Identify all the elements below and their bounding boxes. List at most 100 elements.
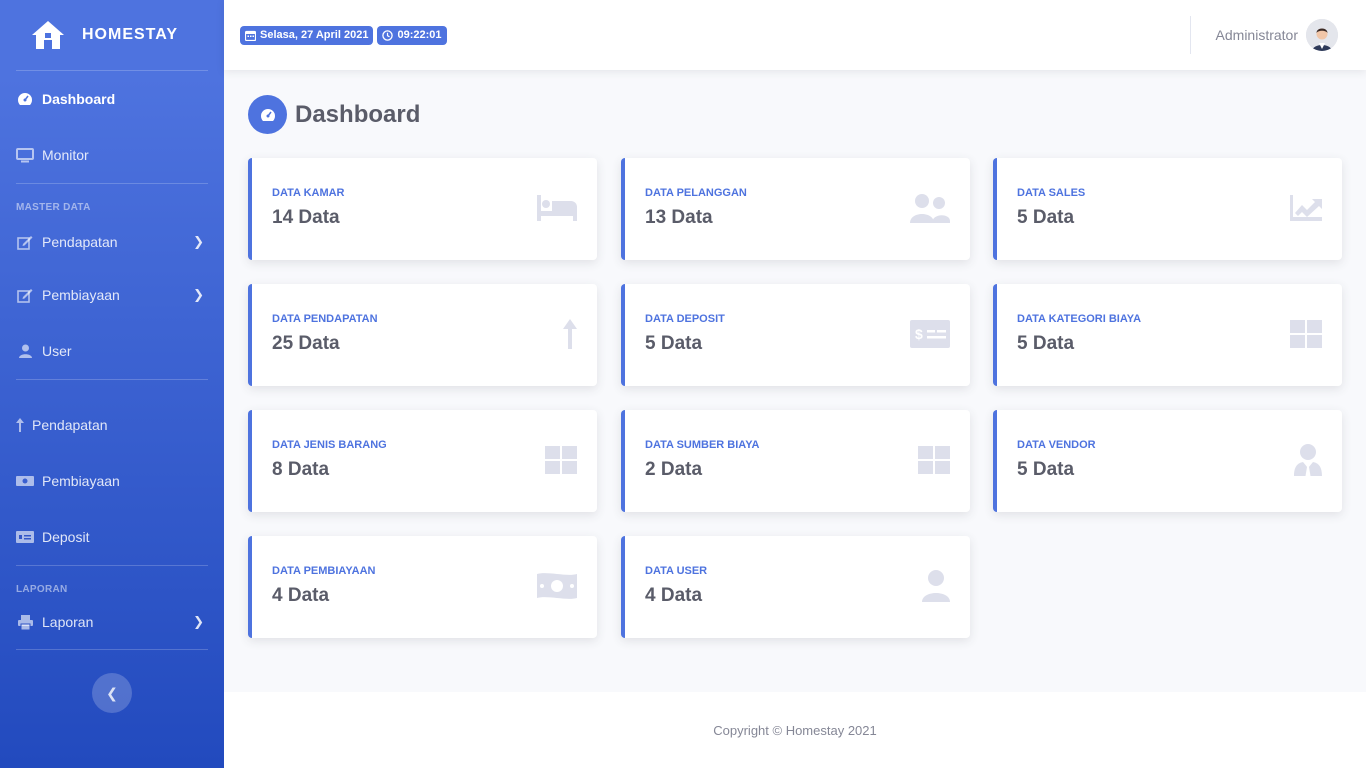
sidebar-item-label: Laporan [42,614,94,630]
sidebar-item-laporan[interactable]: Laporan ❯ [0,599,224,645]
card-value: 13 Data [645,207,713,228]
sidebar-heading-master: MASTER DATA [16,202,91,213]
chevron-right-icon: ❯ [193,234,204,249]
grid-icon [535,442,577,478]
grid-icon [908,442,950,478]
chart-line-icon [1280,190,1322,226]
card-label: DATA SUMBER BIAYA [645,439,760,451]
chevron-left-icon: ❮ [106,684,118,701]
sidebar-item-dashboard[interactable]: Dashboard [0,71,224,127]
arrow-up-icon [16,418,24,432]
card-data-pendapatan[interactable]: DATA PENDAPATAN 25 Data [248,284,597,386]
sidebar-item-monitor[interactable]: Monitor [0,127,224,183]
grid-icon [1280,316,1322,352]
card-value: 5 Data [1017,207,1075,228]
bed-icon [535,190,577,226]
svg-text:$: $ [915,326,923,342]
sidebar: HOMESTAY Dashboard Monitor MASTER DATA P… [0,0,224,768]
money-check-icon: $ [908,316,950,352]
sidebar-item-label: Pendapatan [32,417,108,433]
card-data-deposit[interactable]: DATA DEPOSIT 5 Data $ [621,284,970,386]
card-value: 5 Data [645,333,703,354]
card-data-pelanggan[interactable]: DATA PELANGGAN 13 Data [621,158,970,260]
card-value: 2 Data [645,459,703,480]
footer: Copyright © Homestay 2021 [224,692,1366,768]
card-value: 8 Data [272,459,330,480]
sidebar-item-label: Deposit [42,529,90,545]
avatar[interactable] [1306,19,1338,51]
sidebar-item-pembiayaan[interactable]: Pembiayaan [0,453,224,509]
page-header: Dashboard [248,95,420,134]
edit-icon [16,288,34,303]
sidebar-item-label: Pembiayaan [42,287,120,303]
card-data-jenis-barang[interactable]: DATA JENIS BARANG 8 Data [248,410,597,512]
card-label: DATA SALES [1017,187,1086,199]
card-value: 14 Data [272,207,340,228]
card-label: DATA KATEGORI BIAYA [1017,313,1142,325]
main-content: Dashboard DATA KAMAR 14 Data DATA PELANG… [224,70,1366,692]
sidebar-item-pendapatan[interactable]: Pendapatan [0,397,224,453]
card-data-kamar[interactable]: DATA KAMAR 14 Data [248,158,597,260]
card-label: DATA KAMAR [272,187,345,199]
sidebar-heading-laporan: LAPORAN [16,584,68,595]
time-badge: 09:22:01 [377,25,447,45]
card-data-vendor[interactable]: DATA VENDOR 5 Data [993,410,1342,512]
card-data-kategori-biaya[interactable]: DATA KATEGORI BIAYA 5 Data [993,284,1342,386]
card-value: 5 Data [1017,333,1075,354]
page-title: Dashboard [295,100,421,128]
tachometer-icon [16,92,34,106]
users-icon [908,190,950,226]
card-label: DATA VENDOR [1017,439,1096,451]
topbar-divider [1190,16,1191,54]
time-text: 09:22:01 [397,29,442,41]
card-label: DATA JENIS BARANG [272,439,387,451]
sidebar-item-label: Dashboard [42,91,116,107]
user-icon [16,344,34,358]
tachometer-icon [248,95,287,134]
user-tie-icon [1280,442,1322,478]
home-icon [32,21,64,49]
sidebar-item-label: User [42,343,72,359]
sidebar-item-user[interactable]: User [0,323,224,379]
card-data-sumber-biaya[interactable]: DATA SUMBER BIAYA 2 Data [621,410,970,512]
print-icon [16,614,34,630]
sidebar-divider [16,649,208,650]
sidebar-item-deposit[interactable]: Deposit [0,509,224,565]
card-label: DATA USER [645,565,708,577]
topbar: Selasa, 27 April 2021 09:22:01 Administr… [224,0,1366,70]
card-data-user[interactable]: DATA USER 4 Data [621,536,970,638]
money-bill-icon [535,568,577,604]
user-icon [908,568,950,604]
card-value: 5 Data [1017,459,1075,480]
card-value: 4 Data [272,585,330,606]
sidebar-item-label: Monitor [42,147,89,163]
clock-icon [382,29,394,41]
card-label: DATA DEPOSIT [645,313,725,325]
sidebar-item-master-pendapatan[interactable]: Pendapatan ❯ [0,217,224,267]
arrow-up-icon [535,316,577,352]
sidebar-item-label: Pembiayaan [42,473,120,489]
sidebar-toggle-button[interactable]: ❮ [92,673,132,713]
chevron-right-icon: ❯ [193,614,204,629]
user-dropdown[interactable]: Administrator [1216,0,1338,70]
brand[interactable]: HOMESTAY [0,0,224,70]
edit-icon [16,235,34,250]
card-data-sales[interactable]: DATA SALES 5 Data [993,158,1342,260]
copyright-text: Copyright © Homestay 2021 [713,722,877,738]
card-value: 25 Data [272,333,340,354]
date-badge: Selasa, 27 April 2021 [240,25,374,45]
card-label: DATA PEMBIAYAAN [272,565,376,577]
money-icon [16,475,34,487]
brand-name: HOMESTAY [82,26,179,43]
username: Administrator [1215,27,1298,43]
card-data-pembiayaan[interactable]: DATA PEMBIAYAAN 4 Data [248,536,597,638]
calendar-icon [245,30,256,41]
card-value: 4 Data [645,585,703,606]
sidebar-item-master-pembiayaan[interactable]: Pembiayaan ❯ [0,267,224,323]
sidebar-item-label: Pendapatan [42,234,118,250]
date-text: Selasa, 27 April 2021 [260,29,369,41]
money-check-icon [16,531,34,543]
desktop-icon [16,147,34,163]
card-label: DATA PELANGGAN [645,187,747,199]
chevron-right-icon: ❯ [193,287,204,302]
